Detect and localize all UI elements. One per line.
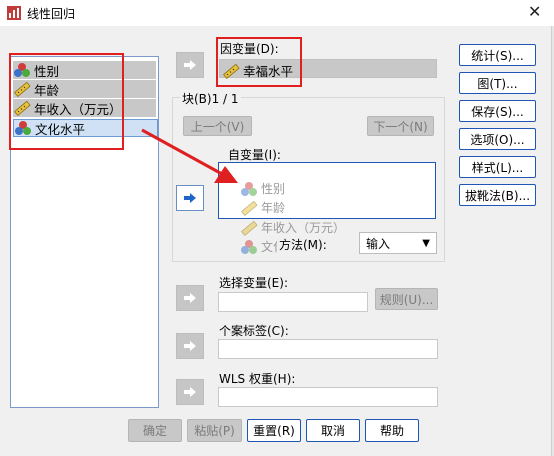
annotation-arrow [141,128,238,183]
